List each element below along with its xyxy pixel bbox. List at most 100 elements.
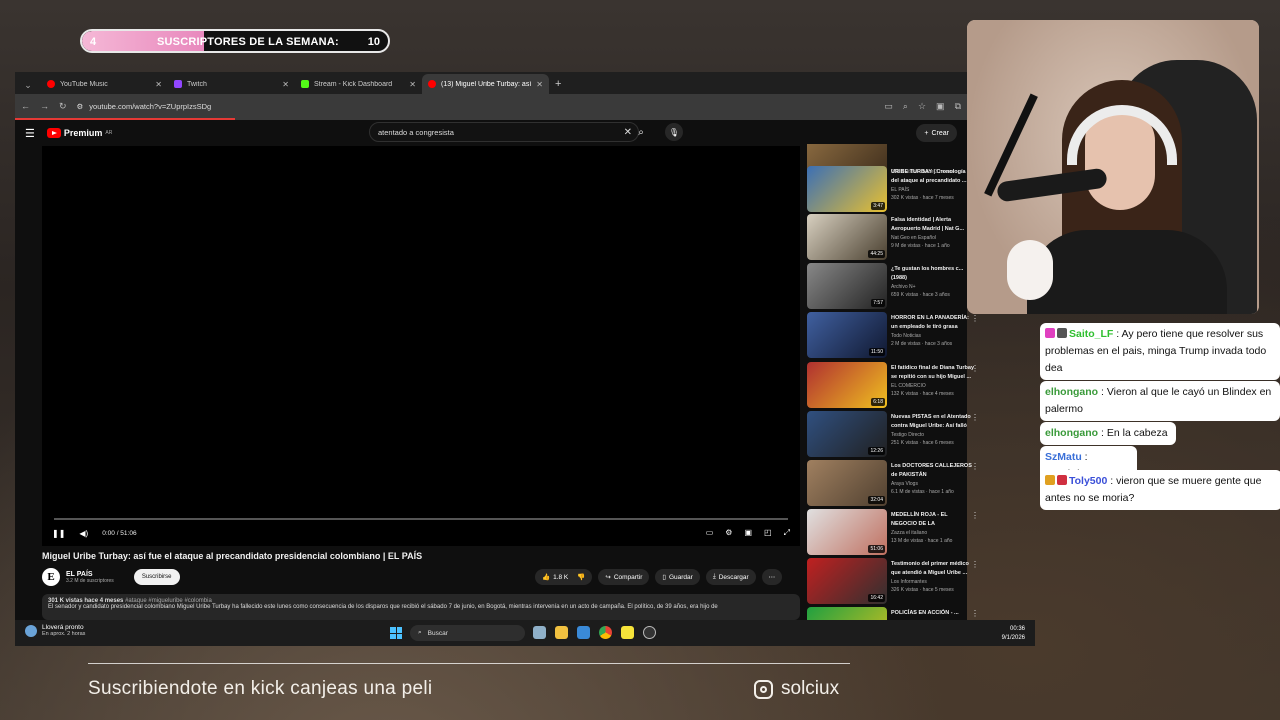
more-actions-button[interactable]: ⋯ bbox=[761, 569, 783, 585]
more-options-icon[interactable]: ⋮ bbox=[971, 413, 979, 422]
video-thumbnail[interactable]: 3:47 bbox=[807, 166, 887, 212]
instagram-icon bbox=[754, 679, 773, 699]
chrome-icon[interactable] bbox=[599, 626, 612, 639]
share-label: Compartir bbox=[613, 573, 643, 581]
new-tab-button[interactable]: + bbox=[555, 78, 561, 90]
share-button[interactable]: ↪ Compartir bbox=[598, 569, 650, 585]
video-thumbnail[interactable]: 6:18 bbox=[807, 362, 887, 408]
calculator-icon[interactable] bbox=[533, 626, 546, 639]
create-button[interactable]: + Crear bbox=[916, 124, 957, 142]
video-thumbnail[interactable]: 16:42 bbox=[807, 558, 887, 604]
video-thumbnail[interactable]: 7:57 bbox=[807, 263, 887, 309]
recommendation-title: ¿Te gustan los hombres c... (1988) bbox=[891, 266, 964, 281]
subtitles-icon[interactable]: ▭ bbox=[706, 528, 714, 538]
file-explorer-icon[interactable] bbox=[555, 626, 568, 639]
video-thumbnail[interactable] bbox=[807, 607, 887, 620]
taskbar-clock[interactable]: 00:36 9/1/2026 bbox=[1002, 625, 1025, 643]
sidebar-icon[interactable]: ▣ bbox=[936, 101, 945, 112]
photos-icon[interactable] bbox=[577, 626, 590, 639]
youtube-premium-logo[interactable]: Premium AR bbox=[46, 128, 112, 138]
recommendation-item[interactable]: 7:57 ¿Te gustan los hombres c... (1988) Ar… bbox=[807, 263, 979, 309]
more-options-icon[interactable]: ⋮ bbox=[971, 462, 979, 471]
pause-icon[interactable]: ❚❚ bbox=[52, 529, 65, 538]
recommendation-item[interactable]: 51:06 MEDELLÍN ROJA - EL NEGOCIO DE LA PR… bbox=[807, 509, 979, 555]
search-input[interactable]: atentado a congresista ✕ bbox=[369, 122, 639, 142]
miniplayer-icon[interactable]: ▣ bbox=[744, 528, 752, 538]
weather-widget[interactable]: Lloverá pronto En aprox. 2 horas bbox=[25, 624, 85, 637]
menu-icon[interactable]: ☰ bbox=[25, 127, 35, 140]
more-options-icon[interactable]: ⋮ bbox=[971, 314, 979, 323]
url-field[interactable]: ⚙ youtube.com/watch?v=ZUprpIzsSDg bbox=[77, 102, 875, 111]
recommendation-item[interactable]: 12:26 Nuevas PISTAS en el Atentado contra… bbox=[807, 411, 979, 457]
download-icon: ⤓ bbox=[712, 573, 716, 580]
site-info-icon[interactable]: ⚙ bbox=[77, 102, 84, 111]
tab-youtube-music[interactable]: YouTube Music ✕ bbox=[41, 74, 168, 94]
video-thumbnail[interactable]: 12:26 bbox=[807, 411, 887, 457]
video-player[interactable]: ❚❚ ◀) 0:00 / 51:06 ▭ ⚙ ▣ ◰ ⤢ bbox=[42, 146, 800, 546]
back-icon[interactable]: ← bbox=[21, 101, 30, 111]
forward-icon[interactable]: → bbox=[40, 101, 49, 111]
search-icon[interactable]: ⌕ bbox=[631, 122, 651, 142]
bookmark-star-icon[interactable]: ☆ bbox=[918, 101, 926, 112]
video-thumbnail[interactable]: 11:50 bbox=[807, 312, 887, 358]
close-icon[interactable]: ✕ bbox=[155, 80, 162, 89]
cast-icon[interactable]: ◰ bbox=[764, 528, 772, 538]
settings-gear-icon[interactable]: ⚙ bbox=[725, 528, 732, 538]
recommendation-item[interactable]: 11:50 HORROR EN LA PANADERÍA: un empleado… bbox=[807, 312, 979, 358]
channel-avatar[interactable]: E bbox=[42, 568, 60, 586]
microphone-icon[interactable]: 🎙 bbox=[665, 123, 683, 141]
video-duration: 44:25 bbox=[868, 250, 885, 258]
video-duration: 12:26 bbox=[868, 447, 885, 455]
more-options-icon[interactable]: ⋮ bbox=[971, 609, 979, 618]
chat-username[interactable]: elhongano bbox=[1045, 386, 1098, 398]
recommendation-meta: 659 K vistas · hace 3 años bbox=[891, 292, 950, 298]
video-thumbnail[interactable]: 32:04 bbox=[807, 460, 887, 506]
taskbar-apps bbox=[533, 626, 656, 639]
recommendation-item[interactable]: 44:25 Falsa identidad | Alerta Aeropuerto… bbox=[807, 214, 979, 260]
subscriber-goal-bar: 4 SUSCRIPTORES DE LA SEMANA: 10 bbox=[80, 29, 390, 53]
recommendation-item[interactable]: 32:04 Los DOCTORES CALLEJEROS de PAKISTÁN… bbox=[807, 460, 979, 506]
zoom-icon[interactable]: ⌕ bbox=[903, 101, 908, 112]
taskbar-search[interactable]: ⌕ Buscar bbox=[410, 625, 525, 641]
fullscreen-icon[interactable]: ⤢ bbox=[784, 528, 790, 538]
video-description[interactable]: 301 K vistas hace 4 meses #ataque #migue… bbox=[42, 594, 800, 620]
extensions-icon[interactable]: ⧉ bbox=[955, 101, 961, 112]
recommendation-item[interactable]: 6:18 El fatídico final de Diana Turbay se… bbox=[807, 362, 979, 408]
tab-twitch[interactable]: Twitch ✕ bbox=[168, 74, 295, 94]
subscribe-button[interactable]: Suscribirse bbox=[133, 569, 180, 585]
video-progress-bar[interactable] bbox=[54, 518, 788, 520]
tab-search-icon[interactable]: ⌄ bbox=[19, 76, 37, 94]
taskbar-search-label: Buscar bbox=[427, 629, 448, 637]
more-options-icon[interactable]: ⋮ bbox=[971, 560, 979, 569]
more-options-icon[interactable]: ⋮ bbox=[971, 511, 979, 520]
chat-username[interactable]: elhongano bbox=[1045, 427, 1098, 439]
subscriber-goal-current: 4 bbox=[90, 36, 97, 48]
obs-icon[interactable] bbox=[643, 626, 656, 639]
video-thumbnail[interactable]: 51:06 bbox=[807, 509, 887, 555]
save-button[interactable]: ▯ Guardar bbox=[655, 569, 700, 585]
recommendation-item[interactable]: 16:42 Testimonio del primer médico que at… bbox=[807, 558, 979, 604]
close-icon[interactable]: ✕ bbox=[282, 80, 289, 89]
more-options-icon[interactable]: ⋮ bbox=[971, 364, 979, 373]
reload-icon[interactable]: ↻ bbox=[59, 101, 67, 112]
video-thumbnail[interactable]: 44:25 bbox=[807, 214, 887, 260]
volume-icon[interactable]: ◀) bbox=[79, 529, 88, 538]
recommendation-item[interactable]: POLICÍAS EN ACCIÓN - ... ⋮ bbox=[807, 607, 979, 620]
download-button[interactable]: ⤓ Descargar bbox=[705, 569, 756, 585]
cast-icon[interactable]: ▭ bbox=[884, 101, 893, 112]
like-button[interactable]: 👍 1.8 K 👎 bbox=[535, 569, 593, 585]
recommendation-item[interactable]: 3:47 URIBE TURBAY | Cronología del ataque… bbox=[807, 166, 979, 212]
windows-start-icon[interactable] bbox=[390, 627, 402, 639]
close-icon[interactable]: ✕ bbox=[536, 80, 543, 89]
thumbs-up-icon: 👍 bbox=[542, 574, 551, 581]
sticky-notes-icon[interactable] bbox=[621, 626, 634, 639]
tab-youtube-video[interactable]: (13) Miguel Uribe Turbay: así fu ✕ bbox=[422, 74, 549, 94]
chat-username[interactable]: SzMatu bbox=[1045, 451, 1082, 463]
channel-name[interactable]: EL PAÍS bbox=[66, 571, 114, 578]
chat-username[interactable]: Toly500 bbox=[1069, 475, 1107, 487]
tab-kick-dashboard[interactable]: Stream - Kick Dashboard ✕ bbox=[295, 74, 422, 94]
tab-label: (13) Miguel Uribe Turbay: así fu bbox=[441, 80, 533, 88]
thumbs-down-icon[interactable]: 👎 bbox=[577, 573, 585, 581]
chat-username[interactable]: Saito_LF bbox=[1069, 328, 1113, 340]
close-icon[interactable]: ✕ bbox=[409, 80, 416, 89]
